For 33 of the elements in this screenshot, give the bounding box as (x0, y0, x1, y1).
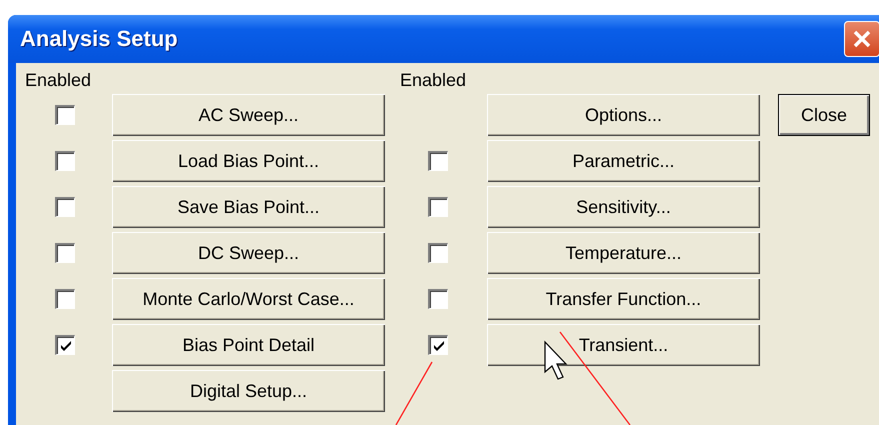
close-icon[interactable] (844, 21, 879, 57)
analysis-button[interactable]: Sensitivity... (487, 186, 760, 228)
analysis-button[interactable]: AC Sweep... (112, 94, 385, 136)
checkbox[interactable] (428, 151, 448, 171)
checkbox[interactable] (55, 289, 75, 309)
close-button[interactable]: Close (778, 94, 870, 136)
analysis-button[interactable]: Load Bias Point... (112, 140, 385, 182)
column-header: Enabled (400, 70, 466, 90)
checkbox[interactable] (428, 289, 448, 309)
checkmark-icon (432, 340, 444, 351)
pointer-icon (544, 340, 568, 380)
checkbox[interactable] (428, 197, 448, 217)
checkbox[interactable] (55, 151, 75, 171)
checkbox[interactable] (428, 335, 448, 355)
analysis-button[interactable]: Digital Setup... (112, 370, 385, 412)
analysis-button[interactable]: Options... (487, 94, 760, 136)
column-header: Enabled (25, 70, 92, 90)
analysis-button[interactable]: Transient... (487, 324, 760, 366)
checkmark-icon (60, 340, 72, 351)
analysis-button[interactable]: Transfer Function... (487, 278, 760, 320)
analysis-button[interactable]: Save Bias Point... (112, 186, 385, 228)
analysis-button[interactable]: Bias Point Detail (112, 324, 385, 366)
checkbox[interactable] (55, 243, 75, 263)
analysis-button[interactable]: DC Sweep... (112, 232, 385, 274)
window-title: Analysis Setup (20, 26, 178, 52)
checkbox[interactable] (55, 335, 75, 355)
leader-line (395, 362, 433, 425)
checkbox[interactable] (428, 243, 448, 263)
analysis-button[interactable]: Monte Carlo/Worst Case... (112, 278, 385, 320)
checkbox[interactable] (55, 105, 75, 125)
analysis-button[interactable]: Parametric... (487, 140, 760, 182)
checkbox[interactable] (55, 197, 75, 217)
analysis-button[interactable]: Temperature... (487, 232, 760, 274)
